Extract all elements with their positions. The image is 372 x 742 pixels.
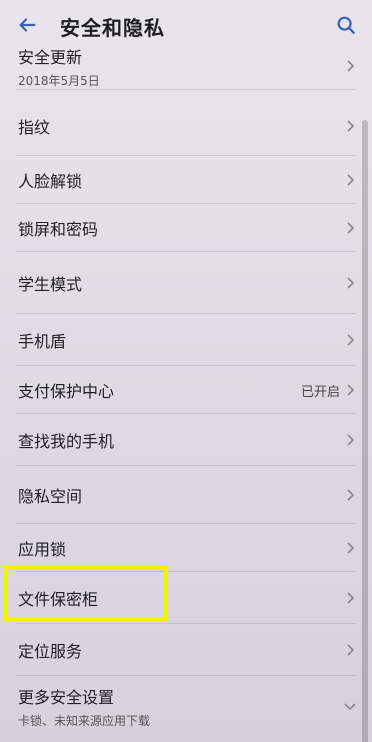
list-item-private-space[interactable]: 隐私空间 (0, 466, 372, 524)
chevron-right-icon (347, 542, 355, 554)
chevron-right-icon (347, 174, 355, 186)
chevron-right-icon (347, 644, 355, 656)
chevron-right-icon (347, 222, 355, 234)
search-button[interactable] (332, 11, 360, 39)
item-label: 锁屏和密码 (18, 220, 99, 239)
highlight-box (4, 566, 168, 622)
item-label: 学生模式 (18, 275, 83, 294)
chevron-right-icon (347, 120, 355, 132)
item-subtitle: 卡锁、未知来源应用下载 (18, 713, 151, 728)
item-label: 人脸解锁 (18, 172, 83, 191)
status-value: 已开启 (300, 384, 340, 400)
settings-list: 安全更新 2018年5月5日 指纹 人脸解锁 锁屏和密码 学生模式 手机盾 支付… (0, 48, 372, 736)
list-item-lock-screen-password[interactable]: 锁屏和密码 (0, 204, 372, 252)
item-label: 查找我的手机 (18, 432, 115, 451)
list-item-payment-protection[interactable]: 支付保护中心 已开启 (0, 366, 372, 414)
settings-screen: 安全和隐私 安全更新 2018年5月5日 指纹 人脸解锁 锁屏和密码 学生模式 … (0, 0, 372, 742)
list-item-fingerprint[interactable]: 指纹 (0, 96, 372, 156)
list-item-face-unlock[interactable]: 人脸解锁 (0, 156, 372, 204)
chevron-right-icon (347, 434, 355, 446)
list-item-phone-shield[interactable]: 手机盾 (0, 314, 372, 366)
item-label: 隐私空间 (18, 487, 83, 506)
chevron-right-icon (347, 592, 355, 604)
item-label: 支付保护中心 (18, 382, 115, 401)
search-icon (337, 16, 355, 34)
chevron-right-icon (347, 334, 355, 346)
item-label: 更多安全设置 (18, 687, 115, 707)
item-label: 安全更新 (18, 48, 83, 67)
item-subtitle: 2018年5月5日 (18, 73, 100, 88)
back-button[interactable] (12, 10, 42, 40)
app-bar: 安全和隐私 (0, 0, 372, 48)
list-item-location-services[interactable]: 定位服务 (0, 624, 372, 676)
list-item-app-lock[interactable]: 应用锁 (0, 524, 372, 572)
page-title: 安全和隐私 (60, 16, 165, 40)
list-item-student-mode[interactable]: 学生模式 (0, 252, 372, 314)
item-label: 手机盾 (18, 332, 67, 351)
divider (16, 89, 356, 90)
chevron-right-icon (347, 489, 355, 501)
chevron-right-icon (347, 60, 355, 72)
item-label: 定位服务 (18, 642, 83, 661)
item-label: 应用锁 (18, 540, 67, 559)
chevron-down-icon (344, 703, 356, 711)
list-item-find-my-phone[interactable]: 查找我的手机 (0, 414, 372, 466)
list-item-security-update[interactable]: 安全更新 2018年5月5日 (0, 48, 372, 90)
settings-list-scroll[interactable]: 安全更新 2018年5月5日 指纹 人脸解锁 锁屏和密码 学生模式 手机盾 支付… (0, 48, 372, 742)
list-item-more-security-settings[interactable]: 更多安全设置 卡锁、未知来源应用下载 (0, 676, 372, 736)
back-arrow-icon (19, 18, 36, 32)
scrollbar[interactable] (362, 120, 368, 742)
chevron-right-icon (347, 277, 355, 289)
item-label: 指纹 (18, 118, 51, 137)
chevron-right-icon (347, 384, 355, 396)
